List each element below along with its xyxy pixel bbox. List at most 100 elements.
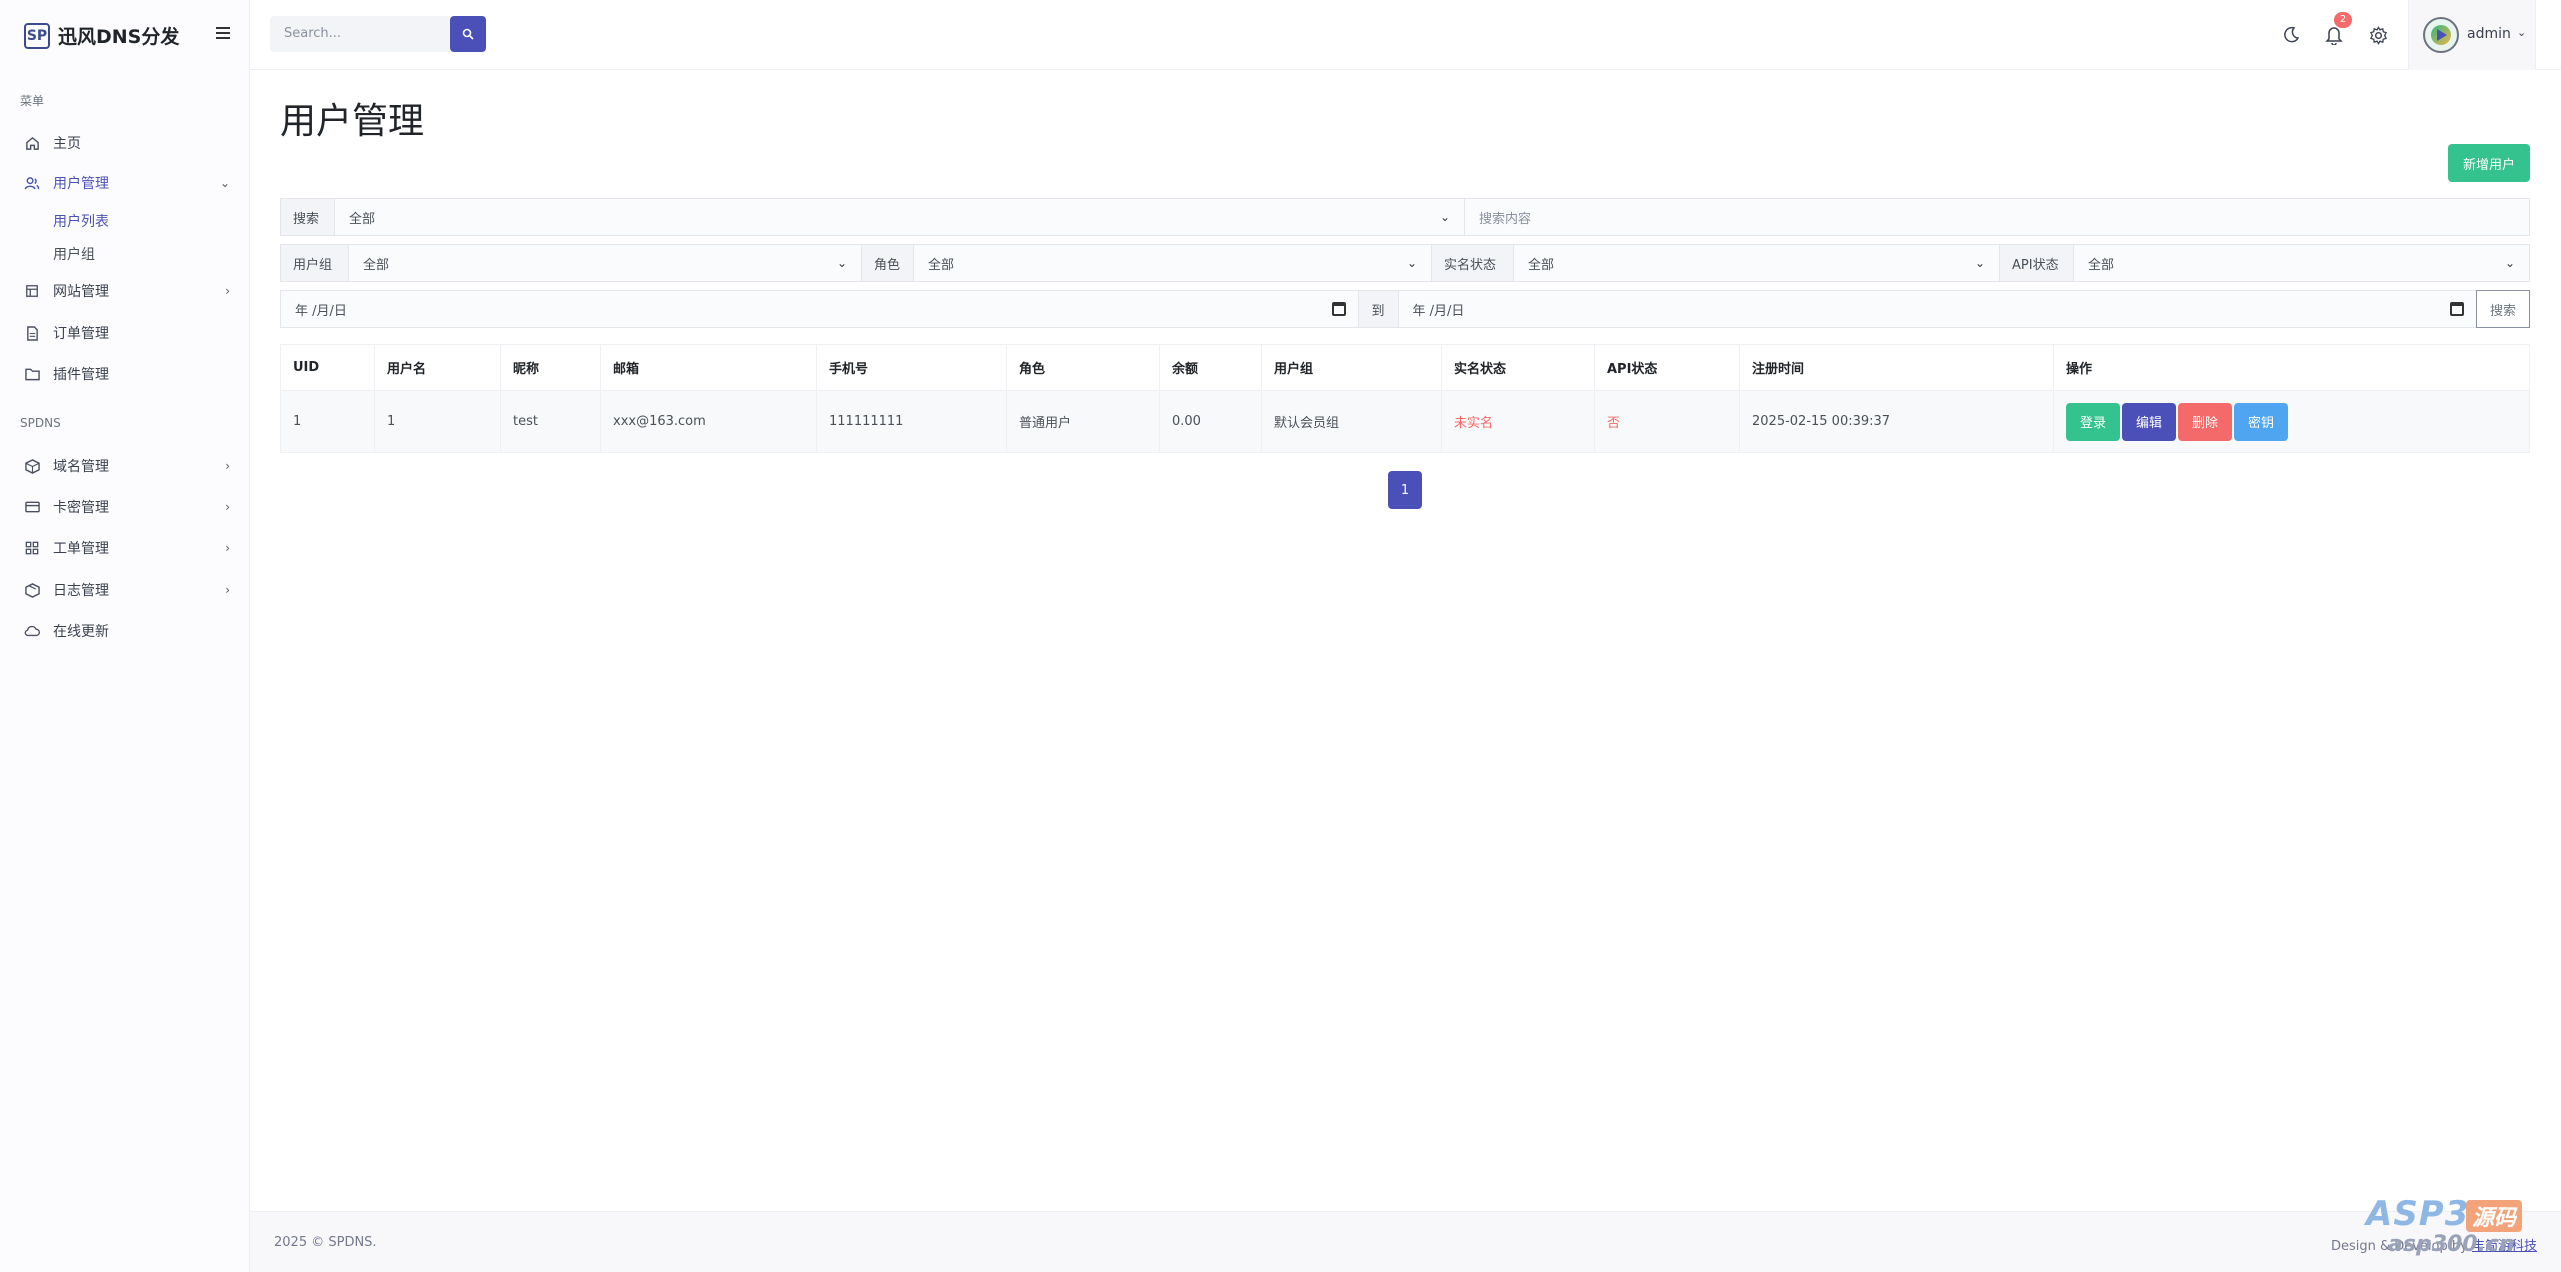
- home-icon: [24, 135, 40, 151]
- column-header: 操作: [2053, 344, 2530, 391]
- api-filter-label: API状态: [2000, 245, 2074, 281]
- date-to-value: 年 /月/日: [1412, 303, 1465, 319]
- avatar: [2423, 17, 2459, 53]
- search-input[interactable]: Search...: [270, 16, 450, 52]
- sidebar-item-home[interactable]: 主页: [24, 131, 230, 155]
- api-filter-select[interactable]: 全部 ⌄: [2074, 245, 2529, 281]
- search-button[interactable]: [450, 16, 486, 52]
- grid-icon: [24, 540, 40, 556]
- column-header: 角色: [1006, 344, 1160, 391]
- calendar-icon[interactable]: [2450, 302, 2465, 316]
- pagination-page-1[interactable]: 1: [1388, 471, 1422, 509]
- sidebar-item-tickets[interactable]: 工单管理 ›: [24, 536, 230, 560]
- add-user-button[interactable]: 新增用户: [2448, 144, 2530, 182]
- cell-balance: 0.00: [1159, 390, 1262, 453]
- sidebar-item-label: 域名管理: [53, 459, 109, 475]
- menu-toggle-icon[interactable]: [214, 24, 232, 42]
- cell-api-status: 否: [1594, 390, 1740, 453]
- chevron-down-icon: ⌄: [836, 256, 847, 270]
- chevron-down-icon: ⌄: [219, 176, 230, 190]
- sidebar-item-update[interactable]: 在线更新: [24, 619, 230, 643]
- date-filter-row: 年 /月/日 到 年 /月/日 搜索: [280, 290, 2530, 328]
- chevron-right-icon: ›: [225, 459, 230, 473]
- cell-phone: 111111111: [816, 390, 1007, 453]
- api-filter-value: 全部: [2088, 257, 2115, 273]
- realname-filter-label: 实名状态: [1432, 245, 1514, 281]
- sidebar-item-domains[interactable]: 域名管理 ›: [24, 454, 230, 478]
- footer: 2025 © SPDNS. Design & Develop by 丰简游科技: [250, 1211, 2561, 1272]
- user-key-button[interactable]: 密钥: [2234, 402, 2288, 441]
- cell-role: 普通用户: [1006, 390, 1160, 453]
- cell-realname-status: 未实名: [1441, 390, 1595, 453]
- role-filter-value: 全部: [928, 257, 955, 273]
- chevron-right-icon: ›: [225, 541, 230, 555]
- bell-icon: [2325, 27, 2343, 45]
- chevron-down-icon: ⌄: [2504, 256, 2515, 270]
- user-menu[interactable]: admin ⌄: [2408, 0, 2536, 70]
- watermark-logo: ASP300 源码 asp300.cn: [2366, 1194, 2556, 1260]
- spdns-section-title: SPDNS: [20, 416, 61, 430]
- cell-uid: 1: [280, 390, 375, 453]
- column-header: 昵称: [500, 344, 601, 391]
- search-field-select[interactable]: 全部 ⌄: [335, 199, 1465, 235]
- chevron-down-icon: ⌄: [2517, 26, 2527, 39]
- brand-logo: SP: [24, 22, 50, 49]
- login-as-user-button[interactable]: 登录: [2066, 402, 2120, 441]
- sidebar-item-plugins[interactable]: 插件管理: [24, 362, 230, 386]
- role-filter-select[interactable]: 全部 ⌄: [914, 245, 1432, 281]
- user-name: admin: [2467, 26, 2511, 42]
- sidebar-subitem-user-group[interactable]: 用户组: [53, 244, 95, 264]
- date-to-input[interactable]: 年 /月/日: [1398, 291, 2477, 327]
- table-header-row: UID 用户名 昵称 邮箱 手机号 角色 余额 用户组 实名状态 API状态 注…: [280, 344, 2530, 391]
- dark-mode-toggle[interactable]: [2280, 24, 2302, 46]
- cell-username: 1: [374, 390, 501, 453]
- search-submit-button[interactable]: 搜索: [2476, 290, 2530, 328]
- realname-filter-select[interactable]: 全部 ⌄: [1514, 245, 2000, 281]
- users-table: UID 用户名 昵称 邮箱 手机号 角色 余额 用户组 实名状态 API状态 注…: [280, 344, 2530, 453]
- attribute-filter-row: 用户组 全部 ⌄ 角色 全部 ⌄ 实名状态 全部 ⌄ API状态 全部 ⌄: [280, 244, 2530, 282]
- chevron-right-icon: ›: [225, 284, 230, 298]
- sidebar-item-label: 主页: [53, 136, 81, 152]
- date-from-input[interactable]: 年 /月/日: [281, 291, 1359, 327]
- card-icon: [24, 499, 40, 515]
- cube-icon: [24, 458, 40, 474]
- calendar-icon[interactable]: [1331, 302, 1346, 316]
- watermark-badge: 源码: [2466, 1200, 2523, 1232]
- notification-badge: 2: [2334, 12, 2352, 28]
- sidebar-item-label: 日志管理: [53, 583, 109, 599]
- column-header: API状态: [1594, 344, 1740, 391]
- users-icon: [24, 175, 40, 191]
- sidebar-item-orders[interactable]: 订单管理: [24, 321, 230, 345]
- edit-user-button[interactable]: 编辑: [2122, 402, 2176, 441]
- column-header: UID: [280, 344, 375, 391]
- folder-icon: [24, 366, 40, 382]
- chevron-right-icon: ›: [225, 583, 230, 597]
- search-filter-row: 搜索 全部 ⌄ 搜索内容: [280, 198, 2530, 236]
- search-keyword-input[interactable]: 搜索内容: [1465, 199, 2529, 235]
- group-filter-select[interactable]: 全部 ⌄: [349, 245, 862, 281]
- sidebar-subitem-user-list[interactable]: 用户列表: [53, 211, 109, 231]
- sidebar-item-logs[interactable]: 日志管理 ›: [24, 578, 230, 602]
- column-header: 用户名: [374, 344, 501, 391]
- menu-section-title: 菜单: [20, 94, 45, 108]
- sidebar-item-sites[interactable]: 网站管理 ›: [24, 279, 230, 303]
- brand[interactable]: SP 迅风DNS分发: [24, 22, 179, 49]
- realname-filter-value: 全部: [1528, 257, 1555, 273]
- date-range-separator: 到: [1358, 291, 1399, 327]
- group-filter-value: 全部: [363, 257, 390, 273]
- sidebar-item-label: 网站管理: [53, 284, 109, 300]
- settings-button[interactable]: [2367, 24, 2389, 46]
- group-filter-label: 用户组: [281, 245, 349, 281]
- cell-registered-time: 2025-02-15 00:39:37: [1739, 390, 2054, 453]
- delete-user-button[interactable]: 删除: [2178, 402, 2232, 441]
- column-header: 余额: [1159, 344, 1262, 391]
- cell-nickname: test: [500, 390, 601, 453]
- cell-email: xxx@163.com: [600, 390, 817, 453]
- cell-group: 默认会员组: [1261, 390, 1442, 453]
- sidebar-item-label: 插件管理: [53, 367, 109, 383]
- topbar: Search... 2 admin ⌄: [250, 0, 2561, 70]
- sidebar-item-users[interactable]: 用户管理 ⌄: [24, 171, 230, 195]
- watermark-domain: asp300.cn: [2388, 1232, 2515, 1257]
- sidebar-item-cards[interactable]: 卡密管理 ›: [24, 495, 230, 519]
- column-header: 实名状态: [1441, 344, 1595, 391]
